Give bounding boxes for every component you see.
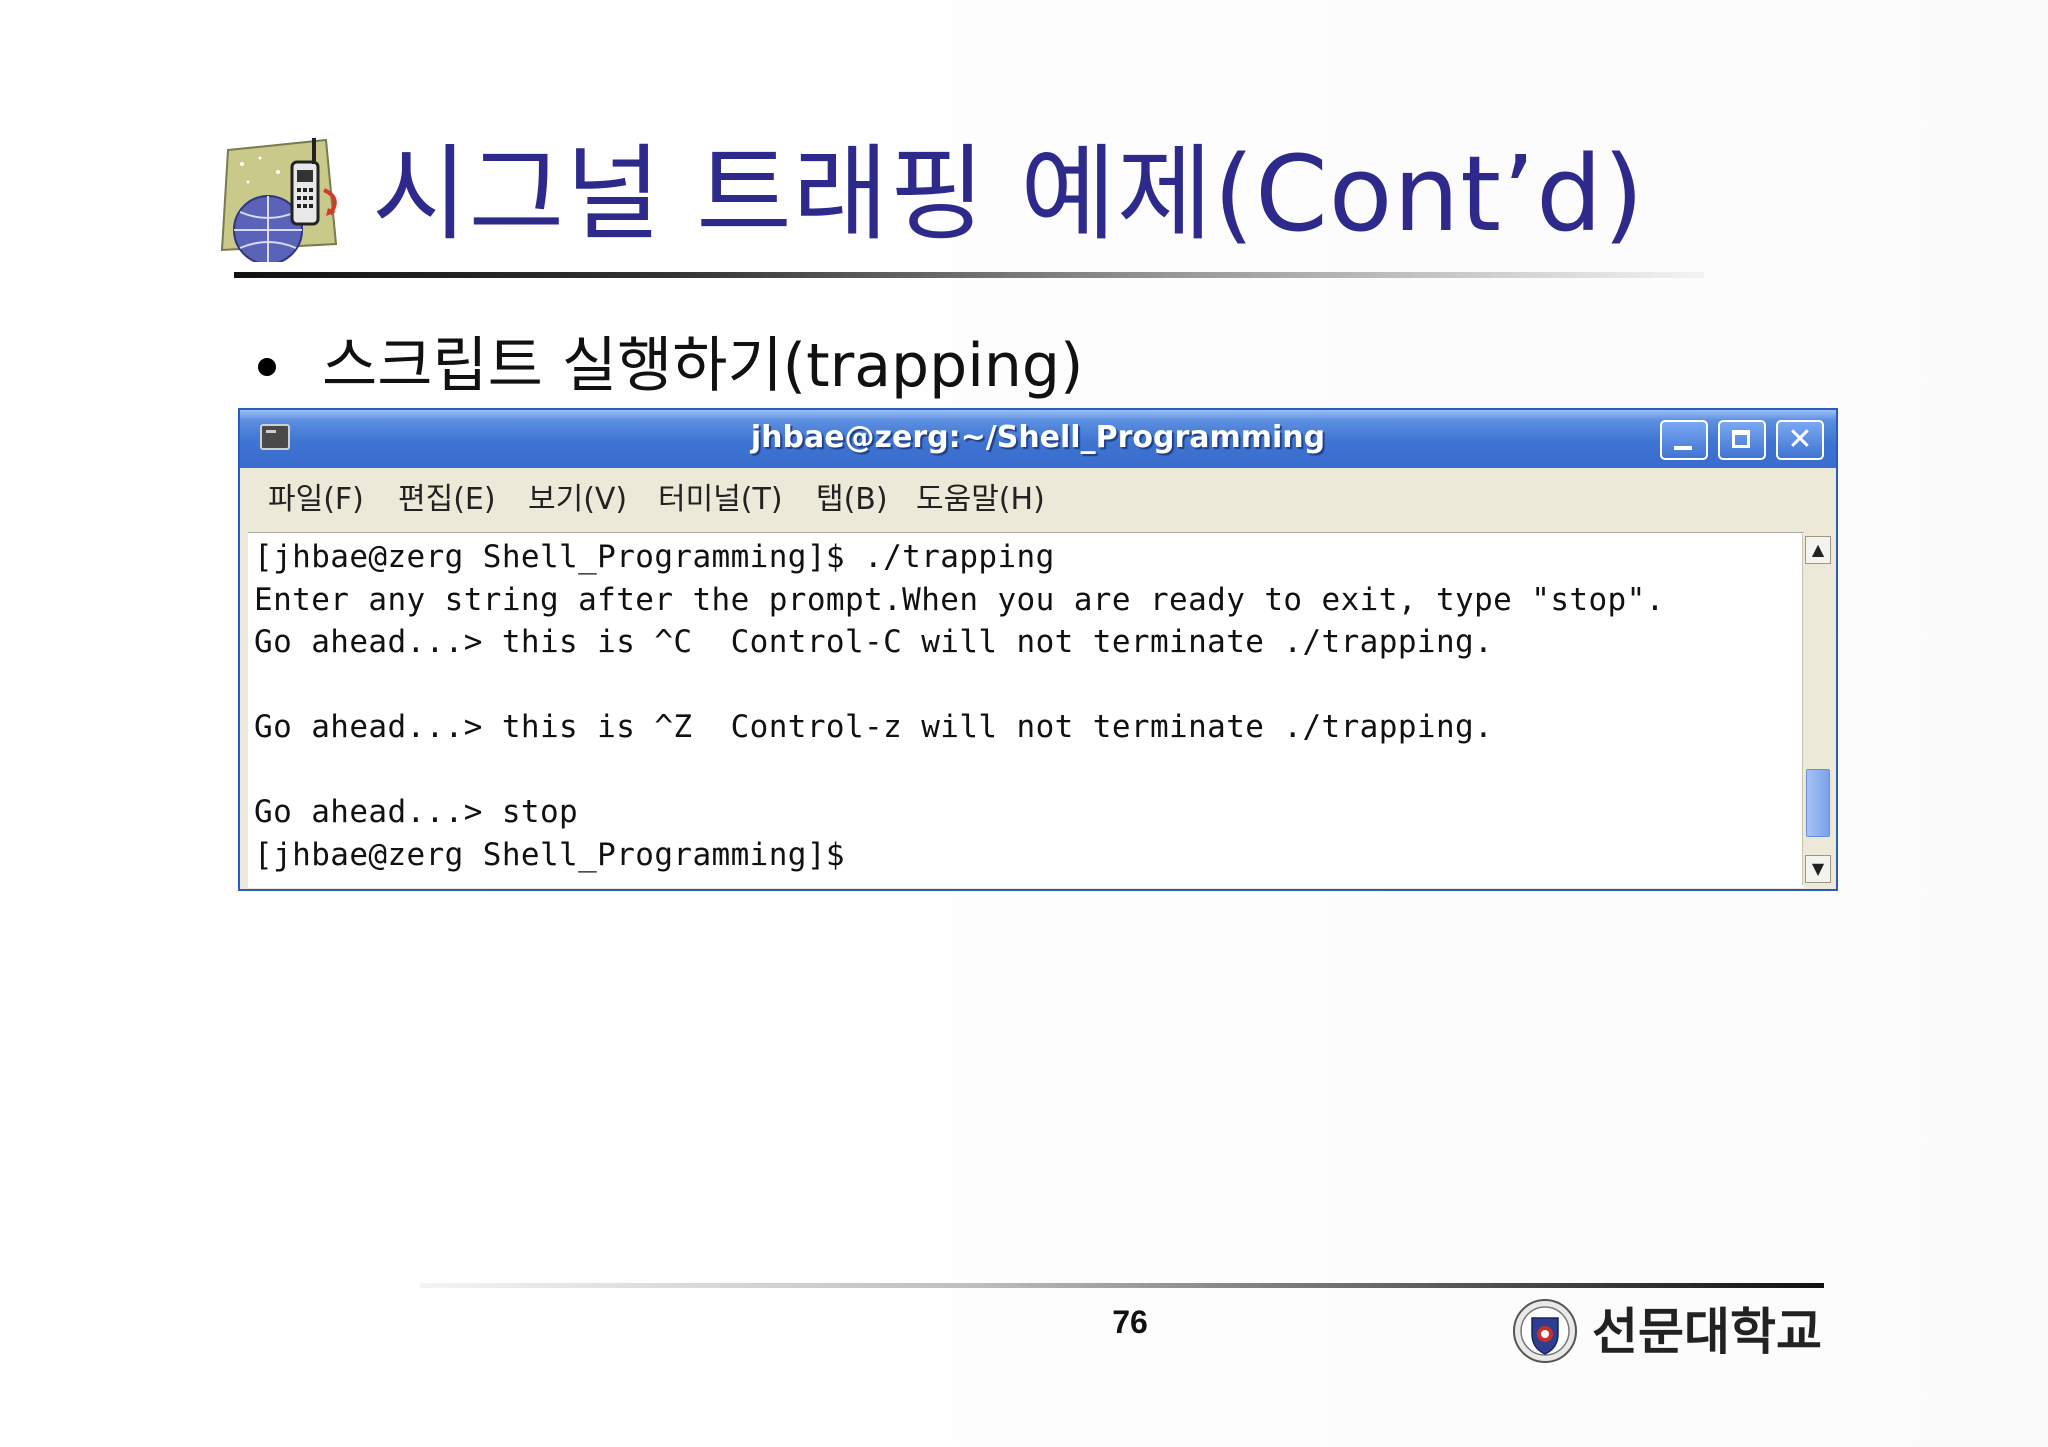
university-seal-icon [1513,1299,1577,1363]
terminal-line: Go ahead...> this is ^Z Control-z will n… [254,709,1494,745]
terminal-line: Go ahead...> this is ^C Control-C will n… [254,624,1494,660]
university-name: 선문대학교 [1592,1303,1822,1361]
terminal-output[interactable]: [jhbae@zerg Shell_Programming]$ ./trappi… [248,532,1804,888]
scroll-down-icon[interactable]: ▼ [1805,855,1831,883]
title-divider [234,272,1704,278]
menu-tabs[interactable]: 탭(B) [816,480,888,520]
terminal-line: Go ahead...> stop [254,794,579,830]
close-button[interactable]: ✕ [1776,420,1824,460]
terminal-window: jhbae@zerg:~/Shell_Programming ✕ 파일(F) 편… [238,408,1838,891]
scroll-up-icon[interactable]: ▲ [1805,536,1831,564]
menu-file[interactable]: 파일(F) [268,480,364,520]
bullet-text: 스크립트 실행하기(trapping) [322,331,1084,401]
menu-view[interactable]: 보기(V) [528,480,627,520]
bullet-point [258,358,276,376]
vertical-scrollbar[interactable]: ▲ ▼ [1802,534,1833,885]
maximize-button[interactable] [1718,420,1766,460]
terminal-line: Enter any string after the prompt.When y… [254,582,1665,618]
menu-terminal[interactable]: 터미널(T) [658,480,783,520]
footer-divider [420,1283,1824,1288]
globe-phone-icon [220,138,338,262]
minimize-button[interactable] [1660,420,1708,460]
menu-edit[interactable]: 편집(E) [398,480,496,520]
terminal-line: [jhbae@zerg Shell_Programming]$ [254,837,845,873]
window-title: jhbae@zerg:~/Shell_Programming [750,420,1326,455]
terminal-line: [jhbae@zerg Shell_Programming]$ ./trappi… [254,539,1055,575]
menu-help[interactable]: 도움말(H) [916,480,1045,520]
maximize-icon [1732,430,1750,448]
scrollbar-thumb[interactable] [1806,769,1830,837]
minimize-icon [1674,446,1692,450]
page-number: 76 [1112,1304,1148,1340]
window-titlebar[interactable]: jhbae@zerg:~/Shell_Programming ✕ [240,410,1836,468]
close-icon: ✕ [1787,422,1813,457]
menu-bar: 파일(F) 편집(E) 보기(V) 터미널(T) 탭(B) 도움말(H) [240,468,1836,530]
slide-title: 시그널 트래핑 예제(Cont’d) [372,133,1645,255]
